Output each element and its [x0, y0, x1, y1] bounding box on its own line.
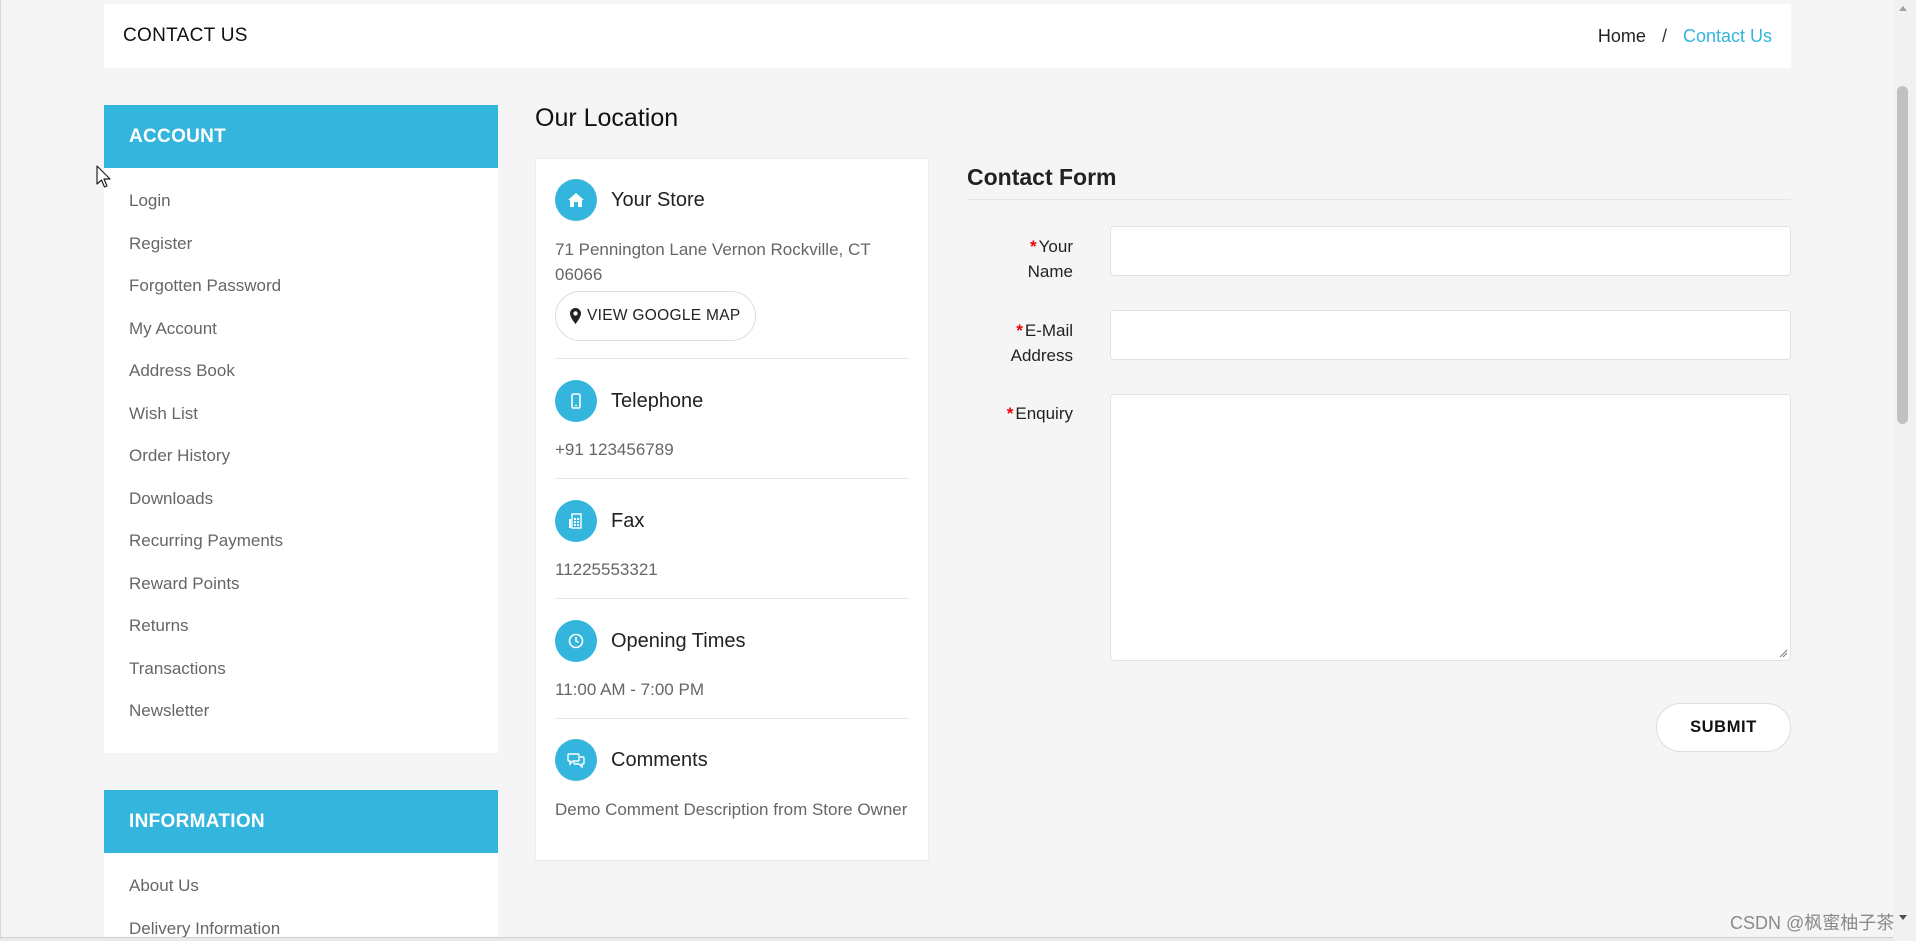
location-card: Your Store 71 Pennington Lane Vernon Roc… [535, 158, 929, 861]
your-name-input[interactable] [1110, 226, 1791, 276]
opening-times-section: Opening Times 11:00 AM - 7:00 PM [555, 599, 909, 719]
comments-header: Comments [555, 739, 909, 781]
vertical-scrollbar[interactable] [1893, 0, 1916, 941]
enquiry-label: * Enquiry [1006, 404, 1073, 423]
contact-form-title: Contact Form [967, 164, 1117, 190]
enquiry-textarea[interactable] [1110, 394, 1791, 661]
sidebar-item-register[interactable]: Register [129, 223, 498, 266]
fax-icon [555, 500, 597, 542]
opening-times-header: Opening Times [555, 620, 909, 662]
sidebar-item-recurring-payments[interactable]: Recurring Payments [129, 520, 498, 563]
view-google-map-label: VIEW GOOGLE MAP [587, 307, 741, 324]
sidebar-item-my-account[interactable]: My Account [129, 308, 498, 351]
location-title: Our Location [535, 104, 679, 132]
your-name-label: * Your Name [1027, 237, 1073, 281]
sidebar-item-downloads[interactable]: Downloads [129, 478, 498, 521]
breadcrumb-home-link[interactable]: Home [1598, 26, 1646, 47]
opening-times-label: Opening Times [611, 629, 746, 652]
sidebar-item-transactions[interactable]: Transactions [129, 648, 498, 691]
sidebar-item-delivery-information[interactable]: Delivery Information [129, 908, 498, 941]
sidebar-item-newsletter[interactable]: Newsletter [129, 690, 498, 733]
home-icon [555, 179, 597, 221]
email-label: * E-Mail Address [1010, 321, 1073, 365]
telephone-label: Telephone [611, 389, 704, 412]
comments-value: Demo Comment Description from Store Owne… [555, 800, 908, 819]
information-heading: INFORMATION [104, 790, 498, 853]
comments-section: Comments Demo Comment Description from S… [555, 719, 909, 832]
breadcrumb-separator: / [1661, 25, 1667, 46]
sidebar-item-login[interactable]: Login [129, 180, 498, 223]
sidebar-item-returns[interactable]: Returns [129, 605, 498, 648]
telephone-section: Telephone +91 123456789 [555, 359, 909, 479]
mouse-cursor-icon [96, 165, 111, 188]
opening-times-value: 11:00 AM - 7:00 PM [555, 680, 704, 699]
sidebar-item-reward-points[interactable]: Reward Points [129, 563, 498, 606]
fax-section: Fax 11225553321 [555, 479, 909, 599]
sidebar-item-about-us[interactable]: About Us [129, 865, 498, 908]
clock-icon [555, 620, 597, 662]
information-panel: INFORMATION About Us Delivery Informatio… [104, 790, 498, 941]
comments-icon [555, 739, 597, 781]
map-marker-icon [570, 308, 581, 324]
page-title: CONTACT US [123, 25, 248, 46]
sidebar-item-forgotten-password[interactable]: Forgotten Password [129, 265, 498, 308]
fax-header: Fax [555, 500, 909, 542]
mobile-icon [555, 380, 597, 422]
sidebar-item-address-book[interactable]: Address Book [129, 350, 498, 393]
comments-label: Comments [611, 748, 708, 771]
breadcrumb-bar: CONTACT US Home / Contact Us [104, 4, 1791, 68]
telephone-header: Telephone [555, 380, 909, 422]
submit-button[interactable]: SUBMIT [1656, 703, 1791, 752]
sidebar-item-wish-list[interactable]: Wish List [129, 393, 498, 436]
store-section: Your Store 71 Pennington Lane Vernon Roc… [555, 159, 909, 359]
email-input[interactable] [1110, 310, 1791, 360]
resize-grip-icon[interactable] [1778, 648, 1788, 658]
breadcrumb-current[interactable]: Contact Us [1683, 26, 1772, 47]
horizontal-scroll-track [0, 937, 1893, 941]
scroll-down-arrow-icon[interactable] [1898, 914, 1908, 922]
form-divider [967, 199, 1791, 200]
scrollbar-thumb[interactable] [1897, 86, 1908, 424]
watermark-text: CSDN @枫蜜柚子茶 [1730, 913, 1895, 933]
required-marker: * [1006, 404, 1014, 423]
scroll-up-arrow-icon[interactable] [1898, 4, 1908, 12]
information-menu: About Us Delivery Information [104, 853, 498, 941]
fax-label: Fax [611, 509, 645, 532]
account-heading: ACCOUNT [104, 105, 498, 168]
store-label: Your Store [611, 188, 705, 211]
breadcrumb: Home / Contact Us [1598, 26, 1772, 47]
view-google-map-button[interactable]: VIEW GOOGLE MAP [555, 291, 756, 341]
fax-value: 11225553321 [555, 560, 658, 579]
telephone-value: +91 123456789 [555, 440, 674, 459]
store-header: Your Store [555, 179, 909, 221]
required-marker: * [1016, 321, 1023, 340]
store-address: 71 Pennington Lane Vernon Rockville, CT … [555, 240, 871, 284]
sidebar-item-order-history[interactable]: Order History [129, 435, 498, 478]
required-marker: * [1030, 237, 1037, 256]
account-menu: Login Register Forgotten Password My Acc… [104, 168, 498, 743]
account-panel: ACCOUNT Login Register Forgotten Passwor… [104, 105, 498, 753]
